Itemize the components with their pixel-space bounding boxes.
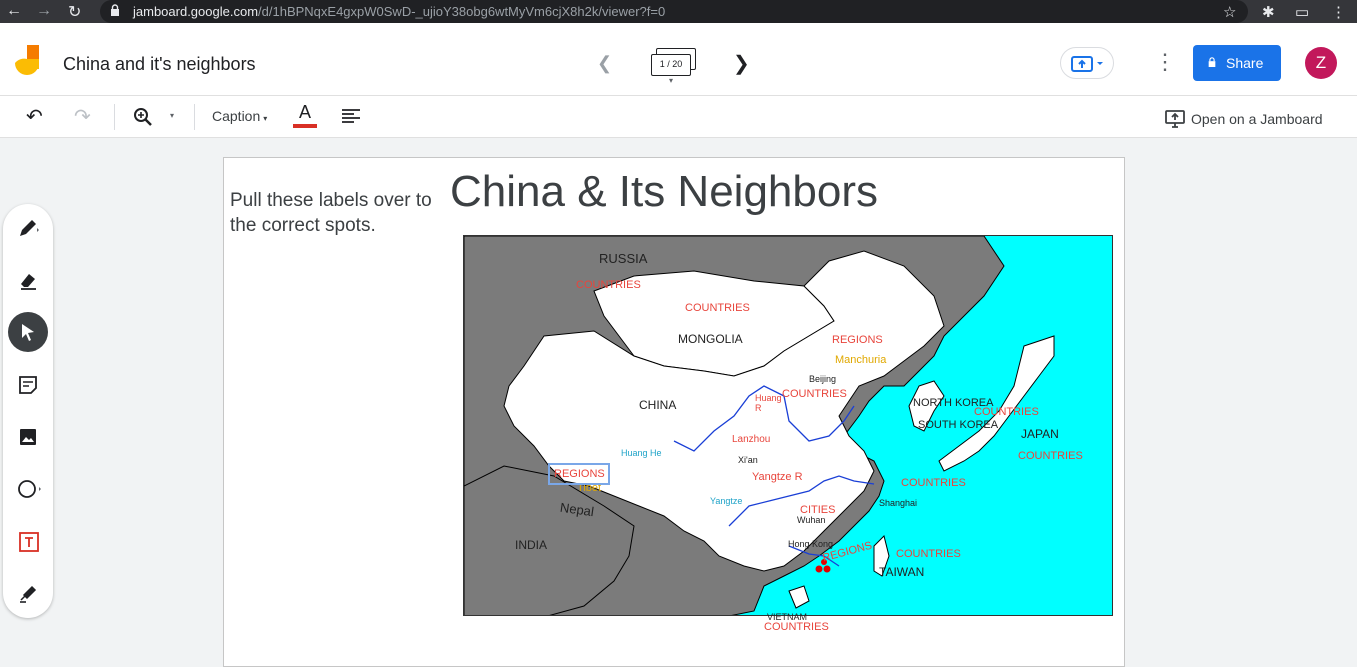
map-label-mongolia: MONGOLIA xyxy=(678,332,743,346)
app-header: China and it's neighbors ❮ 1 / 20 ▾ ❯ ⋮ … xyxy=(0,23,1357,96)
map-label-manchuria: Manchuria xyxy=(835,354,887,366)
present-icon xyxy=(1071,56,1103,72)
drag-label-countries[interactable]: COUNTRIES xyxy=(896,548,961,560)
more-options-icon[interactable]: ⋮ xyxy=(1154,51,1176,73)
eraser-icon xyxy=(21,274,36,290)
toolbar-divider xyxy=(114,104,115,130)
drag-label-regions[interactable]: REGIONS xyxy=(832,334,883,346)
map-label-china: CHINA xyxy=(639,398,677,412)
next-frame-button[interactable]: ❯ xyxy=(733,51,750,76)
shape-tool[interactable] xyxy=(8,469,48,509)
image-tool[interactable] xyxy=(8,417,48,457)
map-label-beijing: Beijing xyxy=(809,374,837,384)
text-box-tool[interactable] xyxy=(8,521,48,561)
frame-counter[interactable]: 1 / 20 xyxy=(651,54,691,76)
zoom-icon[interactable] xyxy=(133,107,153,127)
map-label-russia: RUSSIA xyxy=(599,251,648,266)
map-label-south-korea: SOUTH KOREA xyxy=(918,419,999,431)
cast-icon[interactable]: ▭ xyxy=(1295,3,1309,21)
pen-tool[interactable] xyxy=(8,208,48,248)
text-color-button[interactable]: A xyxy=(293,102,317,128)
pen-icon xyxy=(20,220,39,236)
text-color-swatch xyxy=(293,124,317,128)
previous-frame-button[interactable]: ❮ xyxy=(597,53,612,74)
drag-label-countries[interactable]: COUNTRIES xyxy=(782,388,847,400)
laser-tool[interactable] xyxy=(8,573,48,613)
text-style-select[interactable]: Caption ▾ xyxy=(212,108,267,124)
drag-label-countries[interactable]: COUNTRIES xyxy=(576,279,641,291)
china-map-image[interactable]: RUSSIA MONGOLIA CHINA INDIA Nepal NORTH … xyxy=(463,235,1113,616)
image-icon xyxy=(20,429,36,445)
instructions-text[interactable]: Pull these labels over to the correct sp… xyxy=(230,188,440,238)
document-title[interactable]: China and it's neighbors xyxy=(63,54,256,75)
drag-label-countries[interactable]: COUNTRIES xyxy=(685,302,750,314)
map-label-taiwan: TAIWAN xyxy=(879,565,925,579)
align-left-icon[interactable] xyxy=(341,108,361,124)
share-label: Share xyxy=(1226,55,1264,71)
browser-menu-icon[interactable]: ⋮ xyxy=(1331,3,1346,21)
drag-label-countries[interactable]: COUNTRIES xyxy=(901,477,966,489)
slide-title[interactable]: China & Its Neighbors xyxy=(450,167,878,217)
bookmark-star-icon[interactable]: ☆ xyxy=(1223,3,1236,21)
jam-canvas[interactable]: Pull these labels over to the correct sp… xyxy=(223,157,1125,667)
drag-label-countries[interactable]: COUNTRIES xyxy=(1018,450,1083,462)
map-label-yangtze: Yangtze xyxy=(710,496,743,506)
browser-bar: ← → ↻ jamboard.google.com/d/1hBPNqxE4gxp… xyxy=(0,0,1357,23)
undo-icon[interactable]: ↶ xyxy=(26,104,43,129)
lock-icon xyxy=(1208,57,1216,67)
zoom-dropdown-icon[interactable]: ▾ xyxy=(170,111,174,120)
drag-label-countries[interactable]: COUNTRIES xyxy=(974,406,1039,418)
drag-label-regions-selected[interactable]: REGIONS xyxy=(548,463,610,485)
frame-bar-toggle-icon[interactable]: ▾ xyxy=(669,76,673,85)
jamboard-device-icon xyxy=(1165,110,1185,128)
avatar[interactable]: Z xyxy=(1305,47,1337,79)
drag-label-cities[interactable]: CITIES xyxy=(800,504,835,516)
tools-panel xyxy=(3,204,53,618)
back-icon[interactable]: ← xyxy=(6,2,22,20)
share-button[interactable]: Share xyxy=(1193,45,1281,81)
map-label-lanzhou: Lanzhou xyxy=(732,434,771,445)
circle-icon xyxy=(18,480,41,498)
extensions-icon[interactable]: ✱ xyxy=(1262,3,1275,21)
select-tool[interactable] xyxy=(8,312,48,352)
cursor-icon xyxy=(22,324,34,341)
drag-label-countries[interactable]: COUNTRIES xyxy=(764,621,829,633)
map-label-india: INDIA xyxy=(515,538,548,552)
present-button[interactable] xyxy=(1060,47,1114,79)
redo-icon[interactable]: ↷ xyxy=(74,104,91,129)
toolbar: ↶ ↷ ▾ Caption ▾ A Open on a Jamboard xyxy=(0,96,1357,138)
open-on-jamboard-button[interactable]: Open on a Jamboard xyxy=(1165,106,1323,128)
map-label-japan: JAPAN xyxy=(1021,427,1059,441)
map-label-xian: Xi'an xyxy=(738,455,758,465)
map-label-huang-r: Huang R xyxy=(755,393,782,413)
url-text: jamboard.google.com/d/1hBPNqxE4gxpW0SwD-… xyxy=(133,4,666,19)
map-drawing xyxy=(464,236,1055,615)
reload-icon[interactable]: ↻ xyxy=(68,2,81,22)
jamboard-logo xyxy=(15,45,39,75)
forward-icon[interactable]: → xyxy=(36,2,52,20)
text-color-icon: A xyxy=(298,102,311,122)
lock-icon xyxy=(111,4,119,16)
sticky-note-tool[interactable] xyxy=(8,365,48,405)
map-label-huang-he: Huang He xyxy=(621,448,662,458)
map-label-yangtze-r: Yangtze R xyxy=(752,471,803,483)
map-label-hong-kong: Hong Kong xyxy=(788,539,834,549)
laser-icon xyxy=(20,585,37,603)
sticky-note-icon xyxy=(19,376,37,394)
eraser-tool[interactable] xyxy=(8,261,48,301)
map-label-wuhan: Wuhan xyxy=(797,515,826,525)
map-label-shanghai: Shanghai xyxy=(879,498,918,508)
toolbar-divider xyxy=(194,104,195,130)
text-box-icon xyxy=(19,532,39,552)
